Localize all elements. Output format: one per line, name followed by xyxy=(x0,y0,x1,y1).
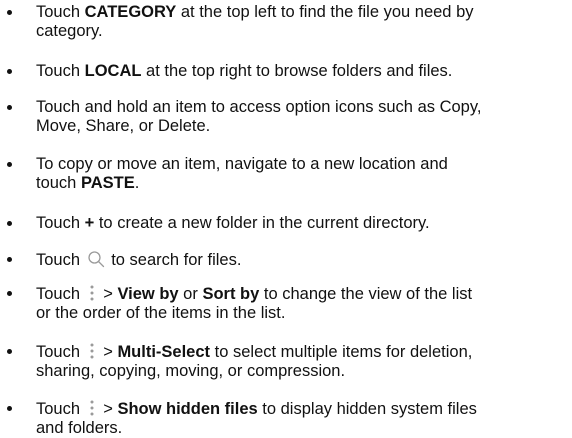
multi-select-label: Multi-Select xyxy=(117,343,211,361)
bullet xyxy=(6,399,12,418)
paste-label: PASTE xyxy=(80,174,135,192)
tip-text: Touch + to create a new folder in the cu… xyxy=(36,214,430,232)
tip-text: Touch to search for files. xyxy=(36,251,242,269)
bullet xyxy=(6,342,12,361)
local-label: LOCAL xyxy=(84,62,142,80)
bullet xyxy=(6,155,12,174)
bullet xyxy=(6,62,12,81)
bullet xyxy=(6,3,12,22)
tip-text: To copy or move an item, navigate to a n… xyxy=(36,155,448,192)
tip-text: Touch LOCAL at the top right to browse f… xyxy=(36,62,453,80)
category-label: CATEGORY xyxy=(84,3,177,21)
tip-text: Touch > Multi-Select to select multiple … xyxy=(36,343,473,380)
bullet xyxy=(6,98,12,117)
tip-text: Touch CATEGORY at the top left to find t… xyxy=(36,3,474,40)
tip-text: Touch > Show hidden files to display hid… xyxy=(36,400,477,437)
search-icon xyxy=(87,251,104,268)
tip-text: Touch and hold an item to access option … xyxy=(36,98,482,135)
bullet xyxy=(6,250,12,269)
sort-by-label: Sort by xyxy=(202,285,260,303)
tip-text: Touch > View by or Sort by to change the… xyxy=(36,285,473,322)
plus-label: + xyxy=(84,214,95,232)
more-vertical-icon xyxy=(90,400,94,416)
show-hidden-files-label: Show hidden files xyxy=(117,400,258,418)
more-vertical-icon xyxy=(90,343,94,359)
more-vertical-icon xyxy=(90,285,94,301)
view-by-label: View by xyxy=(117,285,179,303)
instruction-page: Touch CATEGORY at the top left to find t… xyxy=(0,0,572,437)
bullet xyxy=(6,284,12,303)
bullet xyxy=(6,214,12,233)
